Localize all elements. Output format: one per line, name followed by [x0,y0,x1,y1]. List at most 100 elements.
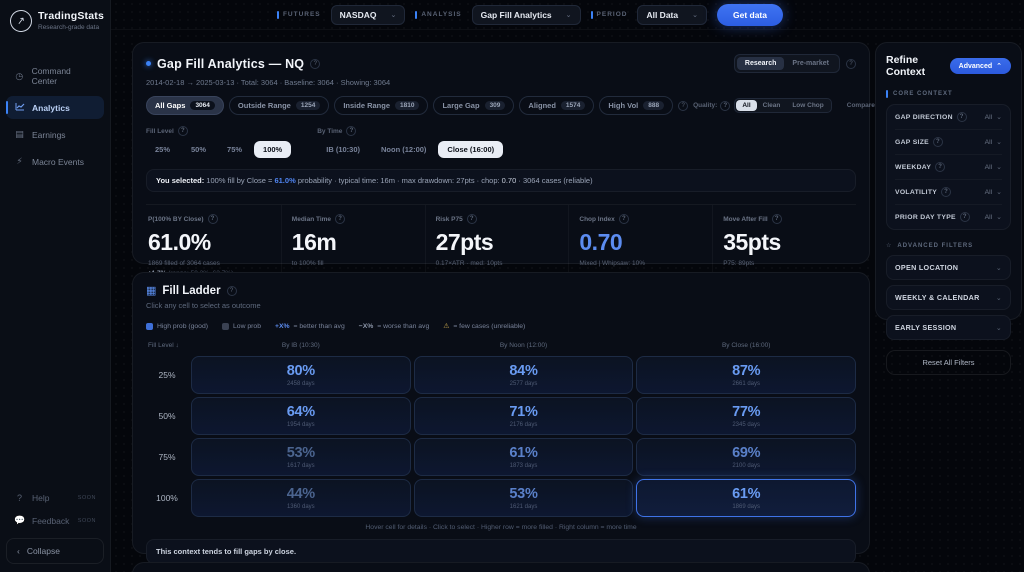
filter-help-icon[interactable]: ? [956,112,967,122]
ladder-cell-100-noon[interactable]: 53% 1621 days [413,479,634,517]
fill-level-help-icon[interactable]: ? [177,126,188,136]
title-help-icon[interactable]: ? [310,58,321,69]
ladder-cell-75-ib[interactable]: 53% 1617 days [191,438,411,476]
cell-days: 1954 days [286,422,315,428]
filter-gap-size[interactable]: GAP SIZE? All ⌄ [895,130,1002,155]
quality-help-icon[interactable]: ? [720,100,731,111]
sidebar-item-analytics[interactable]: Analytics [6,96,104,119]
advanced-toggle-button[interactable]: Advanced ⌃ [949,58,1011,74]
quality-all[interactable]: All [736,100,757,111]
futures-select[interactable]: NASDAQ ⌄ [330,4,406,25]
filter-label: VOLATILITY [895,188,938,196]
cell-value: 64% [286,404,315,420]
by-time-label: By Time [317,127,343,135]
filter-help-icon[interactable]: ? [941,187,952,197]
ladder-cell-100-close-selected[interactable]: 61% 1869 days [636,479,856,517]
filter-weekday[interactable]: WEEKDAY? All ⌄ [895,155,1002,180]
ladder-cell-50-ib[interactable]: 64% 1954 days [191,397,411,435]
stat-help-icon[interactable]: ? [466,214,477,224]
ladder-cell-75-noon[interactable]: 61% 1873 days [413,438,634,476]
sidebar-item-earnings[interactable]: ▤ Earnings [6,123,104,146]
column-header-noon: By Noon (12:00) [499,342,548,349]
mode-toggle: Research Pre-market [733,54,840,73]
ladder-cell-25-ib[interactable]: 80% 2458 days [191,356,411,394]
filter-open-location[interactable]: OPEN LOCATION ⌄ [886,255,1011,280]
quality-low-chop[interactable]: Low Chop [786,100,829,111]
help-label: Help [32,493,50,503]
by-time-group: By Time? IB (10:30) Noon (12:00) Close (… [317,126,504,158]
cell-days: 1869 days [732,504,761,510]
quality-label: Quality: [693,102,718,109]
sidebar-item-label: Analytics [32,102,70,113]
stat-chop-index: Chop Index? 0.70 Mixed | Whipsaw: 10% [568,205,712,277]
filter-gap-direction[interactable]: GAP DIRECTION? All ⌄ [895,105,1002,130]
ladder-cell-25-close[interactable]: 87% 2661 days [636,356,856,394]
filter-early-session[interactable]: EARLY SESSION ⌄ [886,315,1011,340]
chip-count: 3064 [190,101,215,110]
filter-help-icon[interactable]: ? [935,162,946,172]
chip-aligned[interactable]: Aligned 1574 [519,96,595,115]
chip-inside-range[interactable]: Inside Range 1810 [334,96,429,115]
sidebar-nav: ◷ Command Center Analytics ▤ Earnings ⚡ … [0,46,110,173]
sidebar-item-macro-events[interactable]: ⚡ Macro Events [6,150,104,173]
mode-research[interactable]: Research [736,57,785,70]
quality-clean[interactable]: Clean [757,100,787,111]
ladder-cell-50-noon[interactable]: 71% 2176 days [413,397,634,435]
cell-days: 2458 days [286,381,315,387]
fill-level-75[interactable]: 75% [218,141,251,158]
selection-probability: 61.0% [274,176,296,185]
filter-prior-day-type[interactable]: PRIOR DAY TYPE? All ⌄ [895,205,1002,229]
cell-value: 53% [286,445,315,461]
reset-all-filters-button[interactable]: Reset All Filters [886,350,1011,375]
ladder-cell-25-noon[interactable]: 84% 2577 days [413,356,634,394]
filter-value: All [984,213,993,221]
ladder-cell-100-ib[interactable]: 44% 1360 days [191,479,411,517]
stat-label: Chop Index [579,215,615,223]
logo-icon: ↗ [8,8,34,34]
mode-help-icon[interactable]: ? [846,58,856,69]
filter-label: WEEKLY & CALENDAR [895,293,980,302]
sidebar-item-command-center[interactable]: ◷ Command Center [6,60,104,92]
mode-premarket[interactable]: Pre-market [784,57,837,70]
time-close[interactable]: Close (16:00) [438,141,504,158]
chip-high-vol[interactable]: High Vol 888 [599,96,674,115]
get-data-button[interactable]: Get data [716,3,783,26]
chip-all-gaps[interactable]: All Gaps 3064 [146,96,224,115]
chip-large-gap[interactable]: Large Gap 309 [433,96,515,115]
stat-help-icon[interactable]: ? [207,214,218,224]
time-ib[interactable]: IB (10:30) [317,141,369,158]
filter-volatility[interactable]: VOLATILITY? All ⌄ [895,180,1002,205]
filter-weekly-calendar[interactable]: WEEKLY & CALENDAR ⌄ [886,285,1011,310]
chips-help-icon[interactable]: ? [678,100,689,111]
cell-value: 80% [286,363,315,379]
filter-help-icon[interactable]: ? [959,212,970,222]
fill-level-100[interactable]: 100% [254,141,292,158]
date-range-meta: 2014-02-18 → 2025-03-13 · Total: 3064 · … [146,78,391,87]
cell-value: 71% [509,404,538,420]
stat-help-icon[interactable]: ? [335,214,346,224]
sidebar-item-feedback[interactable]: 💬 Feedback SOON [6,509,104,532]
ladder-cell-50-close[interactable]: 77% 2345 days [636,397,856,435]
ladder-help-icon[interactable]: ? [226,285,237,296]
warning-icon: ⚠ [443,323,450,330]
grid-icon: ▦ [146,285,157,297]
chip-outside-range[interactable]: Outside Range 1254 [228,96,330,115]
collapse-sidebar-button[interactable]: ‹ Collapse [6,538,104,564]
filter-label: GAP SIZE [895,138,930,146]
chat-icon: 💬 [14,515,26,525]
time-noon[interactable]: Noon (12:00) [372,141,435,158]
stat-help-icon[interactable]: ? [771,214,782,224]
ladder-cell-75-close[interactable]: 69% 2100 days [636,438,856,476]
stat-help-icon[interactable]: ? [618,214,629,224]
analysis-select[interactable]: Gap Fill Analytics ⌄ [471,4,581,25]
period-select[interactable]: All Data ⌄ [637,4,707,25]
cell-value: 84% [509,363,538,379]
by-time-help-icon[interactable]: ? [346,126,357,136]
filter-chip-row: All Gaps 3064 Outside Range 1254 Inside … [146,96,969,115]
column-header-close: By Close (16:00) [721,342,771,349]
sidebar-item-help[interactable]: ? Help SOON [6,487,104,509]
fill-level-25[interactable]: 25% [146,141,179,158]
fill-level-50[interactable]: 50% [182,141,215,158]
cell-days: 2577 days [509,381,538,387]
filter-help-icon[interactable]: ? [933,137,944,147]
